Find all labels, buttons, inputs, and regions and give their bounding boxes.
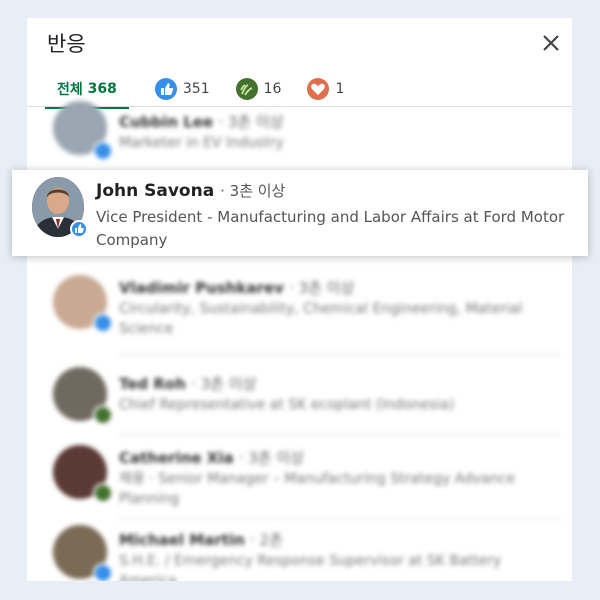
tab-all-label: 전체 bbox=[57, 82, 83, 98]
dialog-title: 반응 bbox=[47, 32, 86, 56]
list-item[interactable]: Michael Martin · 2촌 S.H.E. / Emergency R… bbox=[27, 519, 572, 581]
love-icon bbox=[307, 78, 330, 100]
reactions-dialog: 반응 전체 368 351 16 1 Cubbin Lee · 3촌 이상 Ma… bbox=[27, 18, 572, 581]
person-role: 채용 · Senior Manager – Manufacturing Stra… bbox=[119, 471, 515, 507]
tab-love[interactable]: 1 bbox=[307, 72, 344, 106]
highlighted-list-item[interactable]: John Savona · 3촌 이상 Vice President - Man… bbox=[12, 170, 588, 256]
tab-like-count: 351 bbox=[182, 81, 210, 97]
list-item[interactable]: Ted Roh · 3촌 이상 Chief Representative at … bbox=[27, 355, 572, 435]
connection-degree: · 3촌 이상 bbox=[220, 182, 286, 200]
person-name: Cubbin Lee · 3촌 이상 bbox=[119, 113, 284, 131]
person-role: Vice President - Manufacturing and Labor… bbox=[96, 208, 565, 249]
person-name: Ted Roh · 3촌 이상 bbox=[119, 375, 257, 393]
like-icon bbox=[93, 563, 113, 581]
tab-like[interactable]: 351 bbox=[154, 72, 210, 106]
tab-celebrate[interactable]: 16 bbox=[235, 72, 282, 106]
like-icon bbox=[70, 220, 88, 238]
close-icon[interactable] bbox=[540, 32, 562, 54]
list-item[interactable]: Catherine Xia · 3촌 이상 채용 · Senior Manage… bbox=[27, 435, 572, 519]
list-item[interactable]: Vladimir Pushkarev · 3촌 이상 Circularity, … bbox=[27, 271, 572, 355]
person-name: Catherine Xia · 3촌 이상 bbox=[119, 449, 305, 467]
like-icon bbox=[93, 141, 113, 161]
reaction-tabs: 전체 368 351 16 1 bbox=[45, 72, 370, 109]
person-name: Vladimir Pushkarev · 3촌 이상 bbox=[119, 279, 355, 297]
person-name[interactable]: John Savona · 3촌 이상 bbox=[96, 180, 285, 201]
tab-all-count: 368 bbox=[87, 81, 117, 97]
tab-love-count: 1 bbox=[335, 81, 345, 97]
tab-all[interactable]: 전체 368 bbox=[45, 72, 129, 109]
person-role: Chief Representative at SK ecoplant (Ind… bbox=[119, 397, 455, 413]
celebrate-icon bbox=[235, 78, 258, 100]
person-role: Circularity, Sustainability, Chemical En… bbox=[119, 301, 523, 337]
celebrate-icon bbox=[93, 483, 113, 503]
like-icon bbox=[154, 78, 177, 100]
list-item[interactable]: Cubbin Lee · 3촌 이상 Marketer in EV Indust… bbox=[27, 101, 572, 177]
person-name: Michael Martin · 2촌 bbox=[119, 531, 283, 549]
tab-celebrate-count: 16 bbox=[263, 81, 282, 97]
celebrate-icon bbox=[93, 405, 113, 425]
like-icon bbox=[93, 313, 113, 333]
person-role: Marketer in EV Industry bbox=[119, 135, 284, 151]
person-role: S.H.E. / Emergency Response Supervisor a… bbox=[119, 553, 502, 581]
